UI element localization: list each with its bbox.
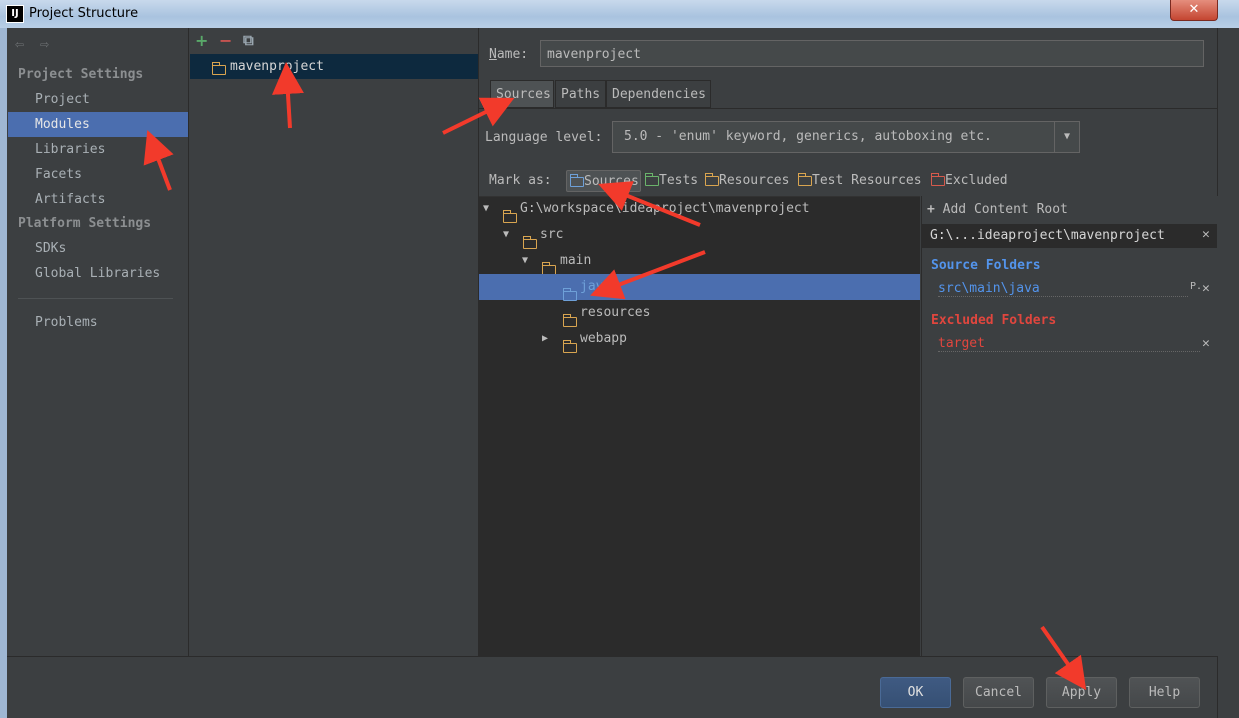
add-content-root-button[interactable]: + Add Content Root xyxy=(927,202,1068,217)
remove-excluded-folder-icon[interactable]: ✕ xyxy=(1202,336,1210,351)
mark-resources-label: Resources xyxy=(719,173,790,188)
mark-as-sources-button[interactable]: Sources xyxy=(566,170,641,192)
folder-icon xyxy=(562,313,577,327)
folder-icon xyxy=(562,339,577,353)
nav-item-sdks[interactable]: SDKs xyxy=(8,236,188,261)
expand-triangle-icon[interactable]: ▼ xyxy=(522,248,528,274)
platform-settings-header: Platform Settings xyxy=(18,216,152,231)
module-name: mavenproject xyxy=(230,59,324,74)
tab-dependencies-label: Dependencies xyxy=(612,87,706,102)
plus-icon: + xyxy=(927,202,935,217)
window-left-border xyxy=(0,28,7,718)
chevron-down-icon[interactable]: ▼ xyxy=(1054,122,1079,152)
nav-item-project[interactable]: Project xyxy=(8,87,188,112)
intellij-app-icon: IJ xyxy=(6,5,24,23)
mark-as-label: Mark as: xyxy=(489,173,552,188)
tab-dependencies[interactable]: Dependencies xyxy=(606,80,711,108)
tests-folder-icon xyxy=(644,172,659,186)
folder-icon xyxy=(522,235,537,249)
cancel-button[interactable]: Cancel xyxy=(963,677,1034,708)
resources-folder-icon xyxy=(704,172,719,186)
excluded-folder-icon xyxy=(930,172,945,186)
tree-node-label: src xyxy=(540,227,564,242)
name-label: Name: xyxy=(489,47,529,62)
content-root-path: G:\...ideaproject\mavenproject xyxy=(930,228,1165,243)
footer-divider xyxy=(7,656,1217,657)
nav-item-modules[interactable]: Modules xyxy=(8,112,188,137)
mark-as-tests-button[interactable]: Tests xyxy=(644,170,699,192)
mark-as-resources-button[interactable]: Resources xyxy=(704,170,790,192)
package-prefix-icon[interactable]: P. xyxy=(1190,281,1202,292)
apply-button[interactable]: Apply xyxy=(1046,677,1117,708)
sources-folder-icon xyxy=(569,173,584,187)
tree-node[interactable]: ▼ main xyxy=(479,248,920,275)
source-folders-header: Source Folders xyxy=(931,258,1041,273)
language-level-value: 5.0 - 'enum' keyword, generics, autoboxi… xyxy=(624,129,992,144)
tree-node-selected[interactable]: java xyxy=(479,274,920,301)
source-folder-icon xyxy=(562,287,577,301)
tab-paths[interactable]: Paths xyxy=(555,80,606,108)
language-level-dropdown[interactable]: 5.0 - 'enum' keyword, generics, autoboxi… xyxy=(612,121,1080,153)
remove-source-folder-icon[interactable]: ✕ xyxy=(1202,281,1210,296)
tree-node-label: webapp xyxy=(580,331,627,346)
module-name-field[interactable]: mavenproject xyxy=(540,40,1204,67)
tab-paths-label: Paths xyxy=(561,87,601,102)
folder-icon xyxy=(502,209,517,223)
forward-arrow-icon[interactable]: ⇨ xyxy=(40,35,49,53)
nav-item-global-libraries[interactable]: Global Libraries xyxy=(8,261,188,286)
close-window-button[interactable]: ✕ xyxy=(1170,0,1218,21)
language-level-label: Language level: xyxy=(485,130,603,145)
expand-triangle-icon[interactable]: ▶ xyxy=(542,326,548,352)
tree-node[interactable]: ▼ src xyxy=(479,222,920,249)
background-ide-strip xyxy=(1217,28,1239,718)
tree-node[interactable]: resources xyxy=(479,300,920,327)
module-folder-icon xyxy=(211,61,226,75)
tree-node-label: resources xyxy=(580,305,651,320)
nav-item-facets[interactable]: Facets xyxy=(8,162,188,187)
add-module-icon[interactable]: + xyxy=(195,31,208,50)
project-settings-header: Project Settings xyxy=(18,67,144,82)
nav-divider xyxy=(18,298,173,299)
mark-test-resources-label: Test Resources xyxy=(812,173,922,188)
nav-item-artifacts[interactable]: Artifacts xyxy=(8,187,188,212)
mark-sources-label: Sources xyxy=(584,174,639,189)
mark-as-excluded-button[interactable]: Excluded xyxy=(930,170,1008,192)
source-folder-entry: src\main\java xyxy=(938,281,1188,297)
tree-node-label: java xyxy=(580,279,612,294)
remove-module-icon[interactable]: − xyxy=(219,31,232,50)
tab-sources-label: Sources xyxy=(496,87,551,102)
tree-node-label: main xyxy=(560,253,592,268)
content-root-header: G:\...ideaproject\mavenproject ✕ xyxy=(921,224,1217,248)
folder-icon xyxy=(541,261,556,275)
window-title-bar: IJ Project Structure ✕ xyxy=(0,0,1239,29)
modules-list-panel xyxy=(189,28,479,656)
nav-item-problems[interactable]: Problems xyxy=(8,310,188,335)
tabs-divider xyxy=(479,108,1217,109)
tree-node[interactable]: ▼ G:\workspace\ideaproject\mavenproject xyxy=(479,196,920,223)
add-content-root-label: Add Content Root xyxy=(942,202,1068,217)
ok-button[interactable]: OK xyxy=(880,677,951,708)
module-list-item[interactable]: mavenproject xyxy=(190,54,478,79)
copy-module-icon[interactable]: ⧉ xyxy=(243,31,254,49)
excluded-folders-header: Excluded Folders xyxy=(931,313,1057,328)
remove-content-root-icon[interactable]: ✕ xyxy=(1202,227,1210,242)
excluded-folder-entry: target xyxy=(938,336,1200,352)
test-resources-folder-icon xyxy=(797,172,812,186)
tree-node[interactable]: ▶ webapp xyxy=(479,326,920,353)
expand-triangle-icon[interactable]: ▼ xyxy=(503,222,509,248)
tree-node-label: G:\workspace\ideaproject\mavenproject xyxy=(520,201,810,216)
nav-item-libraries[interactable]: Libraries xyxy=(8,137,188,162)
mark-excluded-label: Excluded xyxy=(945,173,1008,188)
mark-tests-label: Tests xyxy=(659,173,699,188)
help-button[interactable]: Help xyxy=(1129,677,1200,708)
expand-triangle-icon[interactable]: ▼ xyxy=(483,196,489,222)
window-title: Project Structure xyxy=(29,6,139,21)
tab-sources[interactable]: Sources xyxy=(490,80,554,108)
mark-as-test-resources-button[interactable]: Test Resources xyxy=(797,170,922,192)
back-arrow-icon[interactable]: ⇦ xyxy=(15,35,24,53)
